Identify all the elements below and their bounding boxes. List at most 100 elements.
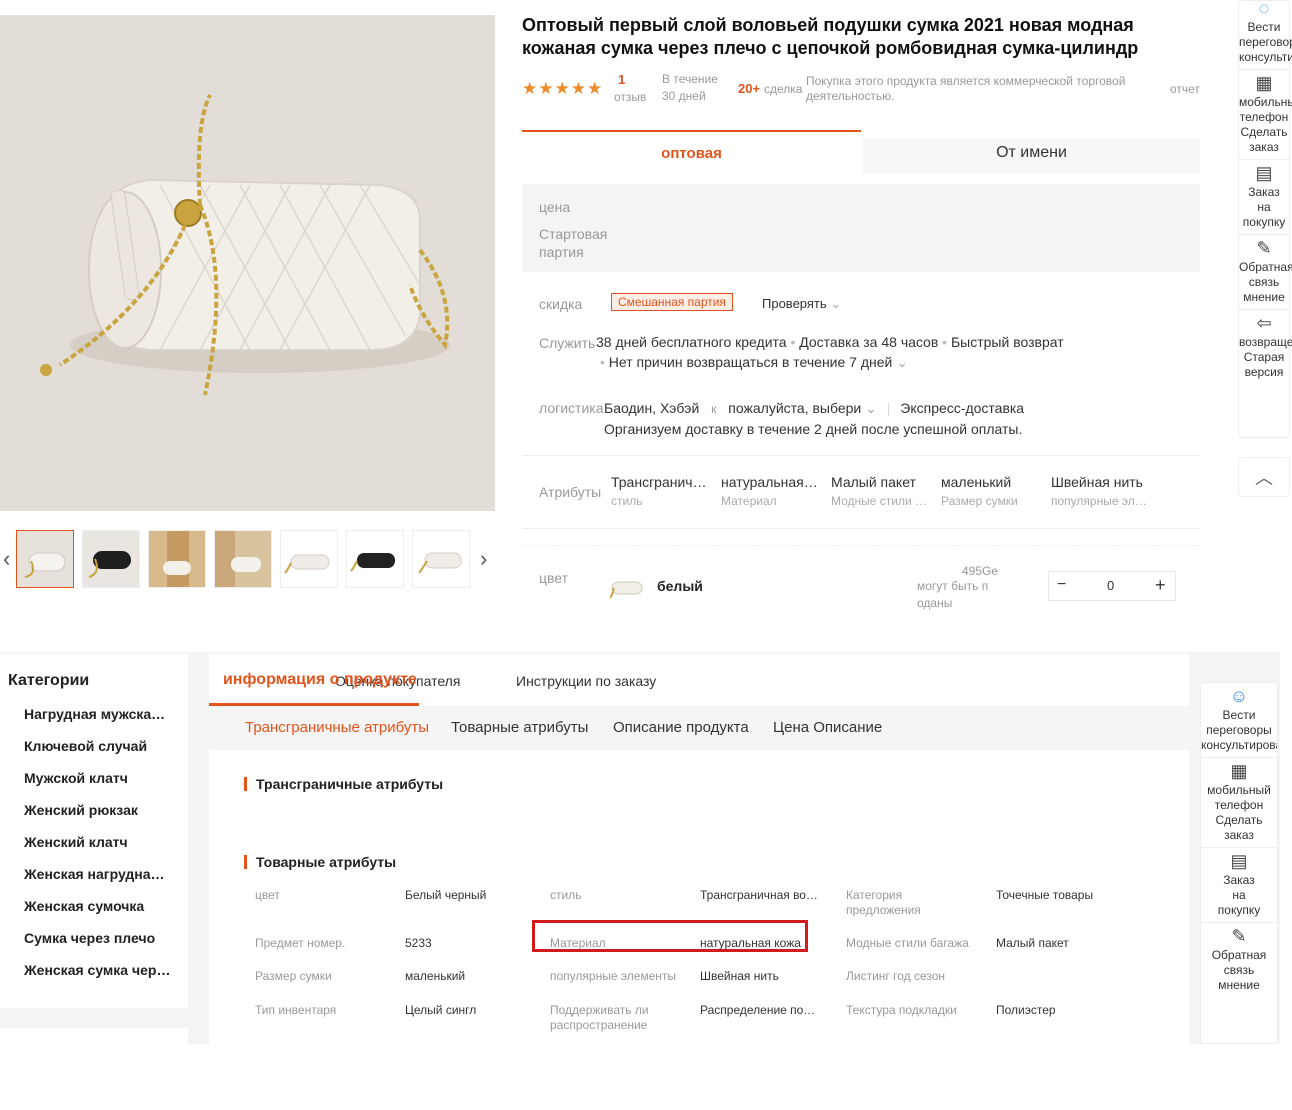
rail-label: заказ	[1224, 828, 1254, 842]
back-to-top-button[interactable]: ︿	[1238, 457, 1290, 497]
category-item[interactable]: Нагрудная мужская сумка	[24, 698, 172, 730]
rail-mobile-order[interactable]: ▦ мобильный телефон Сделать заказ	[1201, 758, 1277, 848]
rail-label: Сделать	[1215, 813, 1263, 827]
attribute-key: Модные стили багажа	[831, 494, 931, 508]
qr-code-icon: ▦	[1230, 761, 1248, 781]
attributes-row: Атрибуты Трансграничная стиль натуральная…	[522, 455, 1200, 529]
bag-illustration	[0, 15, 495, 511]
rail-old-version[interactable]: ⇦ возвращени Старая версия	[1239, 310, 1292, 384]
rail-label: Вести	[1222, 708, 1256, 722]
material-highlight-box	[532, 920, 808, 952]
chat-icon: ☺	[1229, 686, 1249, 706]
rail-feedback[interactable]: ✎ Обратная связь мнение	[1239, 235, 1292, 310]
tab-product-info[interactable]: информация о продукте	[223, 671, 417, 689]
rail-label: мобильный	[1239, 95, 1292, 109]
quantity-input[interactable]: 0	[1107, 578, 1114, 593]
subtab-cross-border[interactable]: Трансграничные атрибуты	[245, 719, 429, 736]
service-item: Доставка за 48 часов	[799, 334, 939, 350]
section-product-attributes: Товарные атрибуты	[244, 855, 396, 869]
rail-label: покупку	[1217, 903, 1261, 917]
check-dropdown[interactable]: Проверять ⌄	[762, 296, 841, 312]
rail-label: покупку	[1242, 215, 1286, 229]
attribute-value: Малый пакет	[831, 474, 916, 490]
commercial-note: Покупка этого продукта является коммерче…	[806, 74, 1126, 103]
product-info-panel: Оценка покупателя информация о продукте …	[209, 654, 1189, 1044]
subtab-price-description[interactable]: Цена Описание	[773, 719, 882, 736]
rail-label: заказ	[1249, 140, 1279, 154]
rail-purchase-order[interactable]: ▤ Заказ на покупку	[1239, 160, 1289, 235]
category-item[interactable]: Женский клатч	[24, 826, 172, 858]
category-item[interactable]: Женская сумочка	[24, 890, 172, 922]
shipping-method: Экспресс-доставка	[900, 400, 1025, 416]
rail-chat[interactable]: ◌ Вести переговоры консультирова	[1239, 0, 1292, 70]
ship-to-label: к	[711, 402, 717, 416]
clipboard-icon: ▤	[1230, 851, 1248, 871]
category-item[interactable]: Женский рюкзак	[24, 794, 172, 826]
review-count[interactable]: 1	[618, 72, 625, 87]
thumbnail-black-bag-2[interactable]	[346, 530, 404, 588]
discount-label: скидка	[539, 296, 583, 312]
category-item[interactable]: Ключевой случай	[24, 730, 172, 762]
main-product-image[interactable]	[0, 15, 495, 511]
category-item[interactable]: Женская сумка через плечо	[24, 954, 172, 986]
period-label-1: В течение	[662, 72, 718, 86]
attribute-key: Материал	[721, 494, 777, 508]
attr-value: Трансграничная возможность	[700, 888, 820, 902]
subtab-description[interactable]: Описание продукта	[613, 719, 749, 736]
tab-wholesale[interactable]: оптовая	[522, 130, 861, 175]
rail-purchase-order[interactable]: ▤ Заказ на покупку	[1201, 848, 1277, 923]
rail-feedback[interactable]: ✎ Обратная связь мнение	[1201, 923, 1277, 997]
product-title: Оптовый первый слой воловьей подушки сум…	[522, 15, 1139, 58]
thumbnail-prev-arrow[interactable]: ‹	[3, 546, 10, 572]
attribute-key: Размер сумки	[941, 494, 1018, 508]
rail-mobile-order[interactable]: ▦ мобильный телефон Сделать заказ	[1239, 70, 1292, 160]
tab-on-behalf[interactable]: От имени	[863, 138, 1200, 174]
moq-label-1: Стартовая	[539, 226, 608, 242]
rail-label: телефон	[1214, 798, 1264, 812]
rail-label: телефон	[1239, 110, 1289, 124]
category-item[interactable]: Женская нагрудная сумка	[24, 858, 172, 890]
color-swatch-image[interactable]	[610, 576, 644, 600]
chevron-down-icon: ⌄	[896, 354, 908, 370]
attribute-item: Швейная нить популярные элементы	[1051, 474, 1151, 508]
subtab-product-attributes[interactable]: Товарные атрибуты	[451, 719, 588, 736]
period-label-2: 30 дней	[662, 89, 706, 103]
logistics-label: логистика	[539, 400, 604, 416]
price-label: цена	[539, 199, 571, 215]
attr-key: Размер сумки	[255, 969, 332, 983]
thumbnail-black-bag[interactable]	[82, 530, 140, 588]
thumbnail-image	[281, 531, 337, 587]
right-sidebar-rail: ◌ Вести переговоры консультирова ▦ мобил…	[1238, 0, 1292, 438]
thumbnail-white-bag-3[interactable]	[412, 530, 470, 588]
edit-icon: ✎	[1256, 238, 1272, 258]
divider: |	[886, 400, 891, 416]
category-item[interactable]: Сумка через плечо	[24, 922, 172, 954]
destination-select[interactable]: пожалуйста, выбери ⌄	[728, 400, 877, 416]
rail-label: Обратная	[1239, 260, 1292, 274]
thumbnail-model-beige[interactable]	[148, 530, 206, 588]
service-label: Служить	[539, 335, 596, 351]
category-item[interactable]: Мужской клатч	[24, 762, 172, 794]
chat-icon: ◌	[1258, 0, 1270, 18]
categories-panel: Категории Нагрудная мужская сумка Ключев…	[0, 654, 188, 1008]
stock-note-1: могут быть п	[917, 579, 989, 593]
rail-label: консультирова	[1201, 738, 1278, 752]
tab-order-instructions[interactable]: Инструкции по заказу	[516, 673, 656, 689]
thumbnail-white-bag-2[interactable]	[280, 530, 338, 588]
thumbnail-white-bag[interactable]	[16, 530, 74, 588]
service-item: Быстрый возврат	[950, 334, 1064, 350]
service-line-2[interactable]: • Нет причин возвращаться в течение 7 дн…	[600, 354, 908, 371]
ship-from: Баодин, Хэбэй	[604, 400, 700, 416]
attribute-value: маленький	[941, 474, 1012, 490]
thumbnail-next-arrow[interactable]: ›	[480, 546, 487, 572]
rail-chat[interactable]: ☺ Вести переговоры консультирова	[1201, 683, 1277, 758]
rail-label: Заказ	[1248, 185, 1280, 199]
thumbnail-model-white[interactable]	[214, 530, 272, 588]
rail-label: Старая	[1243, 350, 1285, 364]
decrement-button[interactable]: −	[1057, 576, 1066, 594]
rail-label: переговоры	[1206, 723, 1272, 737]
attr-key: Модные стили багажа	[846, 936, 969, 950]
report-link[interactable]: отчет	[1170, 82, 1200, 96]
price-box: цена Стартовая партия	[522, 184, 1200, 272]
increment-button[interactable]: +	[1155, 575, 1166, 596]
